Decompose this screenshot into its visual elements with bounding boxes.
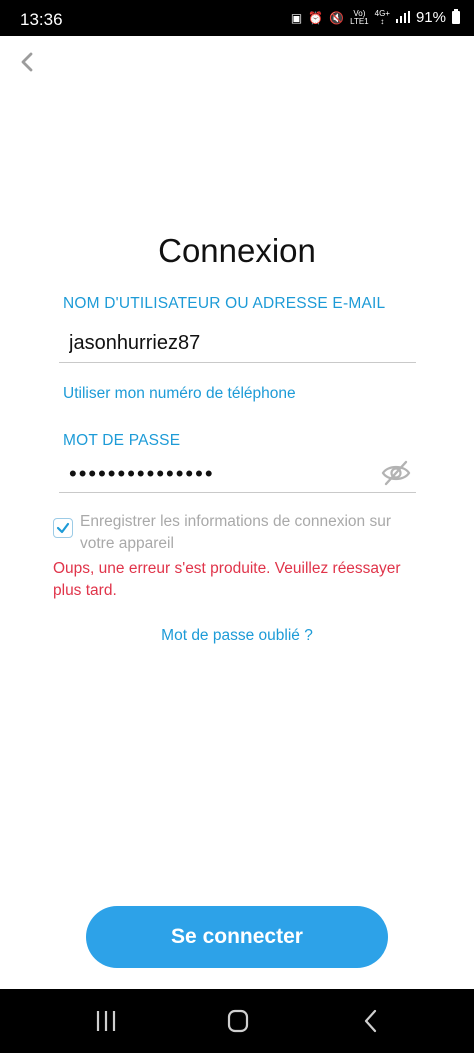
mute-icon: 🔇 bbox=[329, 10, 345, 25]
back-icon bbox=[364, 1009, 377, 1033]
battery-icon bbox=[452, 9, 460, 24]
password-label: MOT DE PASSE bbox=[63, 432, 181, 449]
nav-home-button[interactable] bbox=[223, 1007, 253, 1035]
nav-back-button[interactable] bbox=[356, 1007, 386, 1035]
password-visibility-toggle[interactable] bbox=[380, 459, 412, 487]
eye-off-icon bbox=[381, 460, 411, 486]
alarm-icon: ⏰ bbox=[308, 10, 324, 25]
password-input[interactable] bbox=[59, 455, 416, 493]
nav-recents-button[interactable] bbox=[92, 1007, 122, 1035]
status-bar: 13:36 ▣ ⏰ 🔇 Vo) LTE1 4G+ ↕ 91% bbox=[0, 0, 474, 36]
username-label: NOM D'UTILISATEUR OU ADRESSE E-MAIL bbox=[63, 295, 386, 312]
use-phone-number-link[interactable]: Utiliser mon numéro de téléphone bbox=[63, 385, 296, 403]
recents-icon bbox=[96, 1011, 116, 1031]
save-login-checkbox[interactable] bbox=[53, 518, 73, 538]
navigation-bar bbox=[0, 989, 474, 1053]
save-login-label: Enregistrer les informations de connexio… bbox=[80, 513, 392, 552]
network-indicator: 4G+ ↕ bbox=[374, 8, 390, 26]
volte-indicator: Vo) LTE1 bbox=[350, 8, 369, 26]
login-button[interactable]: Se connecter bbox=[86, 906, 388, 968]
back-button[interactable] bbox=[14, 48, 42, 76]
battery-percent: 91% bbox=[415, 9, 446, 26]
checkmark-icon bbox=[56, 522, 70, 534]
forgot-password-link[interactable]: Mot de passe oublié ? bbox=[0, 627, 474, 645]
chevron-left-icon bbox=[21, 52, 33, 72]
home-icon bbox=[227, 1009, 249, 1033]
status-time: 13:36 bbox=[20, 10, 63, 29]
status-icons: ▣ ⏰ 🔇 Vo) LTE1 4G+ ↕ 91% bbox=[291, 9, 460, 26]
signal-icon bbox=[395, 10, 410, 25]
page-title: Connexion bbox=[158, 232, 316, 269]
error-message: Oups, une erreur s'est produite. Veuille… bbox=[53, 560, 401, 599]
username-input[interactable] bbox=[59, 325, 416, 363]
screenshot-icon: ▣ bbox=[290, 10, 303, 25]
